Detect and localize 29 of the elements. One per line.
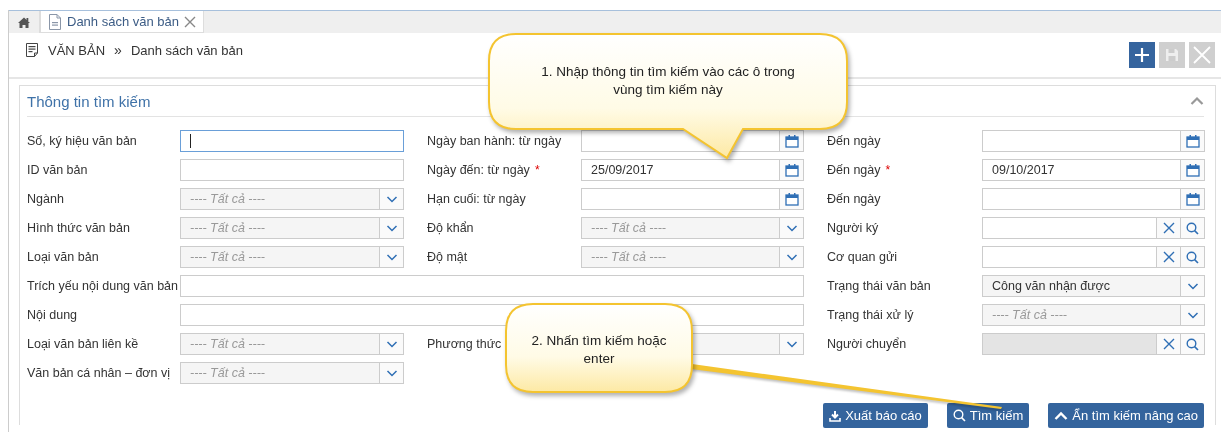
field-label: Loại văn bản bbox=[27, 250, 99, 264]
field-label: Trích yếu nội dung văn bản bbox=[27, 279, 179, 293]
field-label: Người ký bbox=[827, 221, 879, 235]
field-label: Nội dung bbox=[27, 308, 78, 322]
panel-title: Thông tin tìm kiếm bbox=[27, 92, 151, 110]
field-label: Trạng thái xử lý bbox=[827, 308, 914, 322]
required-mark: * bbox=[534, 163, 540, 177]
required-mark: * bbox=[885, 163, 891, 177]
field-label: Ngành bbox=[27, 192, 64, 206]
field-label: Độ mật bbox=[427, 250, 468, 264]
field-label: Văn bản cá nhân – đơn vị bbox=[27, 366, 171, 380]
field-label: Hình thức văn bản bbox=[27, 221, 130, 235]
breadcrumb-separator: » bbox=[114, 42, 122, 58]
field-label: Đến ngày bbox=[827, 163, 881, 177]
field-label: Ngày đến: từ ngày bbox=[427, 163, 530, 177]
field-label: Hạn cuối: từ ngày bbox=[427, 192, 526, 206]
field-label: Loại văn bản liên kề bbox=[27, 337, 139, 351]
callout-tooltip: 2. Nhấn tìm kiếm hoặc enter bbox=[505, 303, 693, 393]
field-label: Đến ngày bbox=[827, 192, 881, 206]
field-label: Độ khẩn bbox=[427, 221, 474, 235]
field-label: Trạng thái văn bản bbox=[827, 279, 931, 293]
field-label: Ngày ban hành: từ ngày bbox=[427, 134, 562, 148]
field-label: Người chuyển bbox=[827, 337, 907, 351]
field-label: Phương thức bbox=[427, 337, 502, 351]
breadcrumb-item: Danh sách văn bản bbox=[130, 42, 243, 58]
field-label: ID văn bản bbox=[27, 163, 88, 177]
field-label: Số, ký hiệu văn bản bbox=[27, 134, 137, 148]
field-label: Cơ quan gửi bbox=[827, 250, 898, 264]
field-label: Đến ngày bbox=[827, 134, 881, 148]
